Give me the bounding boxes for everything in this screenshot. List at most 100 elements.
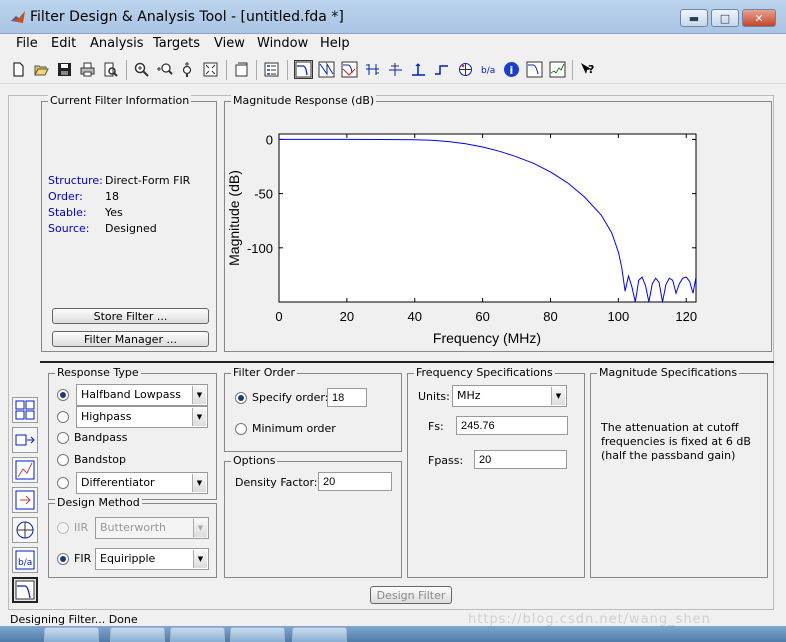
legend-button[interactable] [262, 60, 281, 79]
specify-order-input[interactable] [327, 388, 367, 407]
legend-icon [264, 62, 279, 77]
menu-file[interactable]: File [16, 36, 38, 51]
impulse-response-icon [412, 63, 425, 76]
bandstop-radio[interactable] [57, 454, 69, 466]
x-axis-label: Frequency (MHz) [433, 330, 541, 346]
units-value: MHz [457, 389, 481, 402]
order-value: 18 [105, 190, 119, 203]
magnitude-response-title: Magnitude Response (dB) [231, 94, 377, 107]
density-factor-input[interactable] [318, 472, 392, 491]
magnitude-phase-button[interactable] [340, 60, 359, 79]
iir-method-select[interactable]: Butterworth ▼ [95, 517, 209, 539]
quantization-icon [15, 460, 35, 480]
specify-order-radio[interactable] [235, 392, 247, 404]
response-type-title: Response Type [55, 366, 141, 379]
full-view-button[interactable] [201, 60, 220, 79]
minimize-button[interactable]: ▬ [680, 9, 708, 27]
magnitude-response-button[interactable] [294, 60, 313, 79]
menu-edit[interactable]: Edit [51, 36, 76, 51]
highpass-radio[interactable] [57, 411, 69, 423]
y-tick-label: -100 [247, 241, 273, 256]
fs-label: Fs: [428, 420, 444, 433]
fir-radio[interactable] [57, 553, 69, 565]
menu-help[interactable]: Help [320, 36, 350, 51]
step-response-button[interactable] [432, 60, 451, 79]
taskbar-item-word[interactable] [292, 627, 347, 642]
save-icon [58, 63, 71, 76]
halfband-lowpass-select[interactable]: Halfband Lowpass ▼ [76, 384, 208, 406]
quantization-button[interactable] [12, 457, 38, 483]
menu-analysis[interactable]: Analysis [90, 36, 144, 51]
fs-input[interactable] [456, 416, 568, 435]
print-preview-icon [104, 62, 118, 77]
zoom-in-button[interactable] [132, 60, 151, 79]
magnitude-estimate-button[interactable] [525, 60, 544, 79]
specify-order-label: Specify order: [252, 391, 329, 404]
group-delay-button[interactable] [363, 60, 382, 79]
taskbar-item[interactable] [44, 627, 99, 642]
magnitude-response-chart[interactable]: 0 -50 -100 0 20 40 60 80 100 120 Frequency (MHz)… [225, 110, 771, 351]
panel-divider [40, 361, 774, 363]
minimum-order-radio[interactable] [235, 423, 247, 435]
pole-zero-editor-button[interactable] [12, 517, 38, 543]
realize-model-button[interactable]: b/a [12, 547, 38, 573]
differentiator-select[interactable]: Differentiator ▼ [76, 472, 208, 494]
current-filter-info-title: Current Filter Information [48, 94, 192, 107]
magnitude-specs-note: The attenuation at cutoff frequencies is… [601, 421, 751, 462]
magnitude-response-icon [295, 61, 312, 78]
design-filter-icon [15, 580, 35, 600]
new-file-button[interactable] [9, 60, 28, 79]
open-folder-icon [34, 65, 49, 76]
units-select[interactable]: MHz ▼ [452, 385, 567, 407]
design-filter-tab-button[interactable] [12, 577, 38, 603]
close-button[interactable]: ✕ [742, 9, 776, 27]
import-filter-button[interactable] [12, 487, 38, 513]
filter-order-title: Filter Order [231, 366, 297, 379]
halfband-lowpass-radio[interactable] [57, 389, 69, 401]
toolbar-separator [256, 60, 257, 80]
toolbar-separator [126, 60, 127, 80]
whats-this-icon: ? [581, 63, 594, 76]
print-button[interactable] [78, 60, 97, 79]
transform-filter-icon [15, 400, 35, 420]
taskbar-item-matlab[interactable] [230, 627, 285, 642]
taskbar-item[interactable] [110, 627, 165, 642]
pole-zero-button[interactable] [456, 60, 475, 79]
status-text: Designing Filter... Done [10, 613, 138, 626]
menu-window[interactable]: Window [257, 36, 308, 51]
zoom-y-button[interactable] [178, 60, 197, 79]
maximize-button[interactable]: □ [711, 9, 739, 27]
fir-method-select[interactable]: Equiripple ▼ [95, 548, 209, 570]
menu-targets[interactable]: Targets [153, 36, 200, 51]
menu-view[interactable]: View [214, 36, 245, 51]
phase-response-button[interactable] [317, 60, 336, 79]
filter-coefficients-button[interactable]: b/a [479, 60, 498, 79]
store-filter-button[interactable]: Store Filter ... [52, 308, 209, 324]
filter-manager-button[interactable]: Filter Manager ... [52, 331, 209, 347]
new-figure-button[interactable] [232, 60, 251, 79]
transform-filter-button[interactable] [12, 397, 38, 423]
chevron-down-icon: ▼ [193, 550, 207, 568]
fpass-input[interactable] [474, 450, 567, 469]
print-preview-button[interactable] [101, 60, 120, 79]
save-button[interactable] [55, 60, 74, 79]
zoom-x-button[interactable] [155, 60, 174, 79]
svg-text:i: i [510, 64, 514, 77]
bandpass-label: Bandpass [74, 431, 128, 444]
bandpass-radio[interactable] [57, 432, 69, 444]
highpass-select[interactable]: Highpass ▼ [76, 406, 208, 428]
phase-delay-button[interactable] [386, 60, 405, 79]
create-multirate-button[interactable] [12, 427, 38, 453]
differentiator-radio[interactable] [57, 477, 69, 489]
iir-radio[interactable] [57, 522, 69, 534]
taskbar-item[interactable] [170, 627, 225, 642]
round-off-noise-button[interactable] [548, 60, 567, 79]
impulse-response-button[interactable] [409, 60, 428, 79]
toolbar-separator [572, 60, 573, 80]
design-filter-button[interactable]: Design Filter [370, 586, 452, 604]
open-button[interactable] [32, 60, 51, 79]
whats-this-button[interactable]: ? [578, 60, 597, 79]
source-label: Source: [48, 222, 90, 235]
magnitude-phase-icon [341, 61, 358, 78]
filter-info-button[interactable]: i [502, 60, 521, 79]
